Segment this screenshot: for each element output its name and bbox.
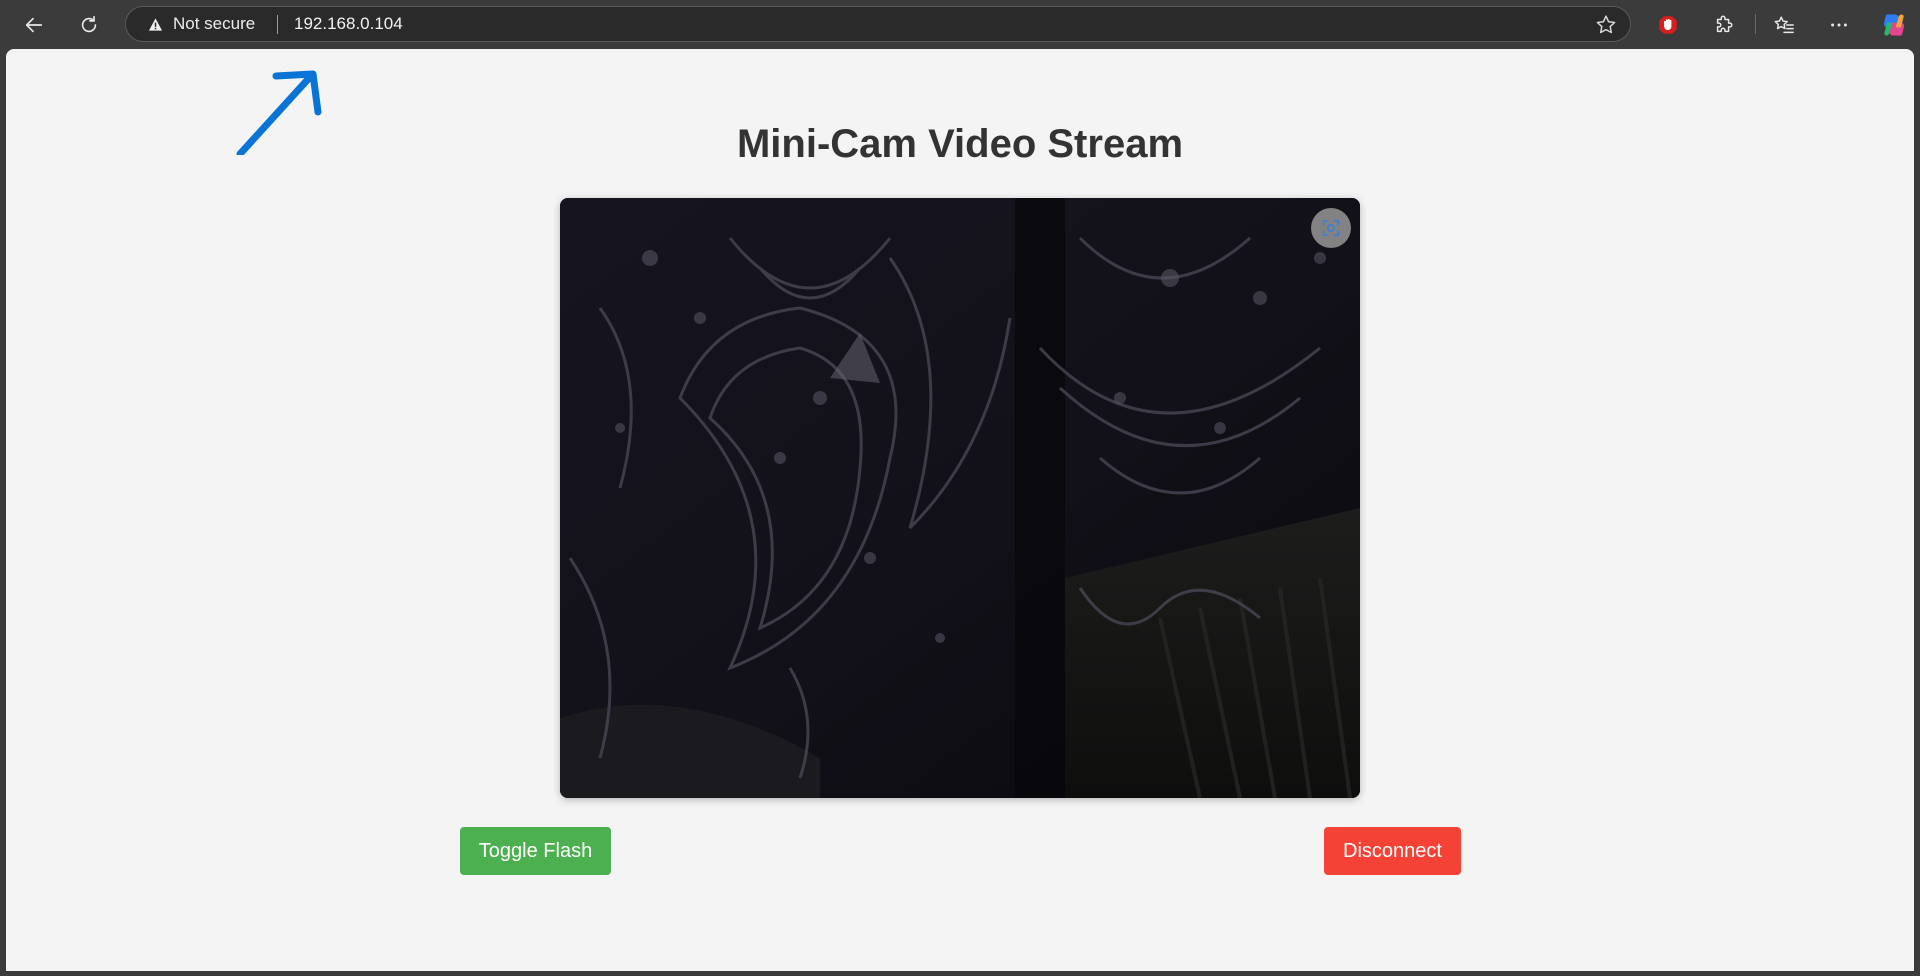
refresh-icon [81,15,97,33]
browser-toolbar: Not secure 192.168.0.104 [0,0,1920,49]
capture-icon [1322,219,1340,237]
back-icon [25,17,43,33]
toggle-flash-button[interactable]: Toggle Flash [460,827,611,875]
security-label: Not secure [173,14,256,33]
favorites-icon [1774,16,1794,34]
star-icon[interactable] [1594,13,1618,37]
back-button[interactable] [16,7,52,43]
copilot-icon [1883,14,1905,36]
url-divider [277,15,278,34]
warning-icon [148,17,163,31]
more-icon [1831,23,1847,27]
copilot-button[interactable] [1878,9,1910,41]
url-text[interactable]: 192.168.0.104 [294,7,403,41]
camera-feed-image [560,198,1360,798]
disconnect-button[interactable]: Disconnect [1324,827,1461,875]
page-viewport: Mini-Cam Video Stream Toggle Flash Disco… [6,49,1914,971]
adblock-button[interactable] [1652,9,1684,41]
refresh-button[interactable] [71,7,107,43]
more-button[interactable] [1823,9,1855,41]
page-title: Mini-Cam Video Stream [736,122,1184,166]
security-indicator[interactable]: Not secure [148,7,255,41]
toolbar-separator [1755,14,1756,34]
capture-button[interactable] [1311,208,1351,248]
adblock-icon [1659,16,1677,34]
extensions-icon [1716,15,1733,33]
address-bar[interactable]: Not secure 192.168.0.104 [125,6,1631,42]
extensions-button[interactable] [1708,9,1740,41]
favorites-button[interactable] [1768,9,1800,41]
video-stream [560,198,1360,798]
